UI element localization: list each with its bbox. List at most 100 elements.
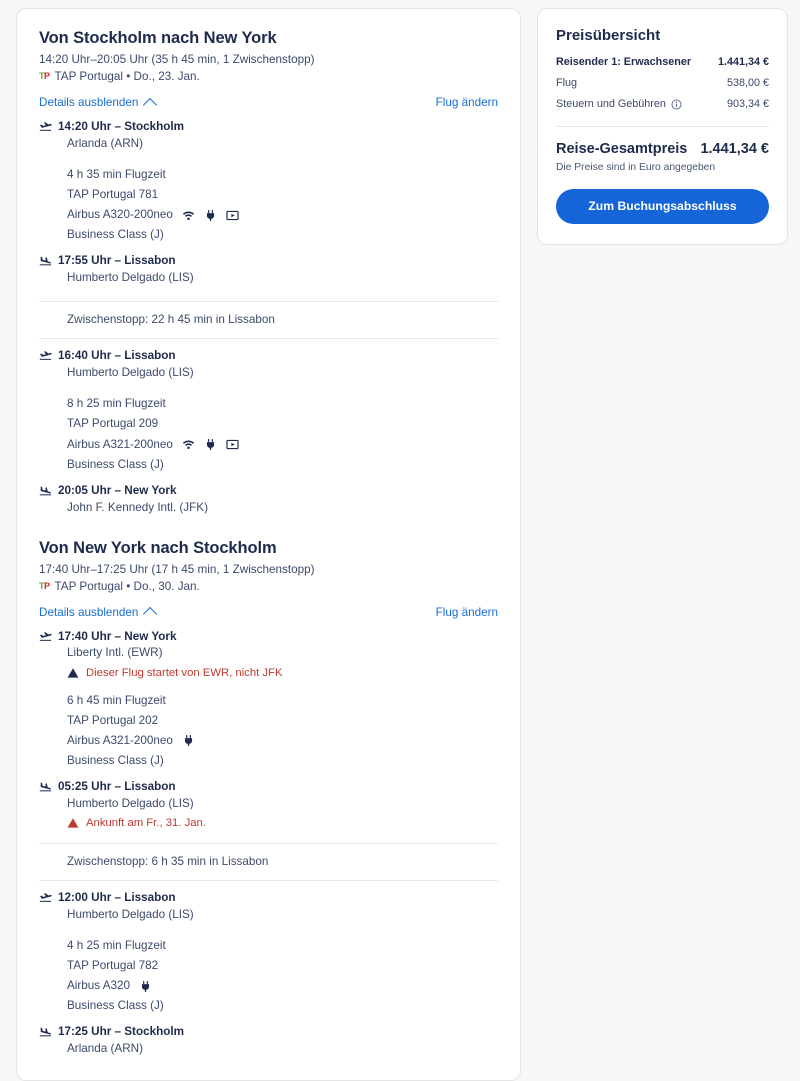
segment-cabin-class: Business Class (J): [67, 457, 164, 471]
legs-container: Von Stockholm nach New York 14:20 Uhr–20:…: [39, 29, 498, 1058]
power-icon: [204, 438, 217, 451]
price-row-value: 538,00 €: [726, 77, 769, 89]
entertainment-icon: [226, 209, 239, 222]
price-row-label-group: Steuern und Gebühren: [556, 98, 682, 110]
leg-times-summary: 14:20 Uhr–20:05 Uhr (35 h 45 min, 1 Zwis…: [39, 53, 315, 66]
layover-info: Zwischenstopp: 6 h 35 min in Lissabon: [39, 843, 498, 882]
segment-arrival: 17:55 Uhr – Lissabon: [39, 253, 498, 269]
departure-airport: Humberto Delgado (LIS): [67, 366, 194, 380]
entertainment-icon: [226, 438, 239, 451]
takeoff-plane-icon: [39, 891, 52, 904]
price-row-label-group: Reisender 1: Erwachsener: [556, 56, 691, 68]
power-icon: [182, 734, 195, 747]
landing-plane-icon: [39, 254, 52, 267]
departure-airport: Arlanda (ARN): [67, 136, 143, 150]
power-icon: [204, 209, 217, 222]
tap-portugal-logo-icon: TP: [39, 72, 50, 81]
departure-airport: Liberty Intl. (EWR): [67, 646, 163, 660]
power-icon: [139, 980, 152, 993]
arrival-airport: Humberto Delgado (LIS): [67, 796, 194, 810]
details-toggle-button[interactable]: Details ausblenden: [39, 96, 158, 112]
segment-aircraft-row: Airbus A320: [67, 977, 498, 995]
segment-departure: 17:40 Uhr – New York: [39, 629, 498, 645]
arrival-time-city: 17:55 Uhr – Lissabon: [58, 254, 176, 268]
segment-duration: 4 h 25 min Flugzeit: [67, 938, 166, 952]
proceed-to-booking-button[interactable]: Zum Buchungsabschluss: [556, 189, 769, 224]
details-toggle-label: Details ausblenden: [39, 605, 139, 619]
segment-arrival: 05:25 Uhr – Lissabon: [39, 779, 498, 795]
chevron-up-icon: [143, 97, 158, 112]
segment-aircraft-row: Airbus A321-200neo: [67, 436, 498, 454]
price-row-value: 903,34 €: [726, 98, 769, 110]
flight-leg: Von New York nach Stockholm 17:40 Uhr–17:…: [39, 539, 498, 1059]
itinerary-card: Von Stockholm nach New York 14:20 Uhr–20:…: [16, 8, 521, 1081]
total-price-row: Reise-Gesamtpreis 1.441,34 €: [556, 141, 769, 157]
total-price-label: Reise-Gesamtpreis: [556, 141, 688, 157]
landing-plane-icon: [39, 484, 52, 497]
tap-portugal-logo-icon: TP: [39, 581, 50, 591]
takeoff-plane-icon: [39, 349, 52, 362]
price-summary-title: Preisübersicht: [556, 27, 661, 44]
details-toggle-label: Details ausblenden: [39, 96, 139, 109]
segment-aircraft-row: Airbus A320-200neo: [67, 206, 498, 224]
segment-aircraft: Airbus A321-200neo: [67, 733, 173, 747]
info-icon[interactable]: [671, 99, 682, 110]
leg-actions: Details ausblenden Flug ändern: [39, 96, 498, 112]
warning-triangle-icon: [67, 817, 79, 829]
segment-flight-number: TAP Portugal 782: [67, 959, 159, 973]
takeoff-plane-icon: [39, 120, 52, 133]
leg-airline-label: TAP Portugal • Do., 23. Jan.: [54, 70, 200, 83]
departure-airport: Humberto Delgado (LIS): [67, 907, 194, 921]
takeoff-plane-icon: [39, 630, 52, 643]
departure-time-city: 17:40 Uhr – New York: [58, 629, 177, 643]
change-flight-link[interactable]: Flug ändern: [436, 606, 498, 619]
price-row: Steuern und Gebühren 903,34 €: [556, 98, 769, 110]
leg-airline-row: T P TAP Portugal • Do., 30. Jan.: [39, 580, 498, 593]
price-row-value: 1.441,34 €: [717, 56, 769, 68]
segment-flight-number: TAP Portugal 781: [67, 188, 159, 202]
departure-alert-text: Dieser Flug startet von EWR, nicht JFK: [86, 666, 283, 679]
arrival-time-city: 17:25 Uhr – Stockholm: [58, 1025, 185, 1039]
price-row-label-group: Flug: [556, 77, 577, 89]
arrival-time-city: 05:25 Uhr – Lissabon: [58, 780, 176, 794]
landing-plane-icon: [39, 780, 52, 793]
currency-note: Die Preise sind in Euro angegeben: [556, 162, 716, 173]
segment-arrival: 20:05 Uhr – New York: [39, 483, 498, 499]
segment-aircraft: Airbus A320: [67, 979, 131, 993]
segment-flight-number: TAP Portugal 202: [67, 713, 159, 727]
leg-actions: Details ausblenden Flug ändern: [39, 605, 498, 622]
warning-triangle-icon: [67, 667, 79, 679]
price-row-label: Reisender 1: Erwachsener: [556, 56, 692, 68]
price-row: Flug 538,00 €: [556, 77, 769, 89]
arrival-airport: Arlanda (ARN): [67, 1042, 143, 1056]
segment-aircraft: Airbus A320-200neo: [67, 208, 173, 222]
segment-duration: 4 h 35 min Flugzeit: [67, 167, 166, 181]
leg-title: Von Stockholm nach New York: [39, 29, 277, 47]
price-row-label: Steuern und Gebühren: [556, 98, 666, 110]
arrival-alert-text: Ankunft am Fr., 31. Jan.: [86, 817, 206, 830]
chevron-up-icon: [143, 607, 158, 622]
change-flight-link[interactable]: Flug ändern: [436, 96, 498, 109]
departure-time-city: 12:00 Uhr – Lissabon: [58, 891, 176, 905]
details-toggle-button[interactable]: Details ausblenden: [39, 605, 158, 622]
total-price-value: 1.441,34 €: [700, 141, 769, 157]
tap-logo-letter-p: P: [44, 71, 50, 81]
segment-cabin-class: Business Class (J): [67, 228, 164, 242]
departure-time-city: 14:20 Uhr – Stockholm: [58, 120, 185, 133]
price-summary-card: Preisübersicht Reisender 1: Erwachsener 1…: [537, 8, 788, 245]
flight-leg: Von Stockholm nach New York 14:20 Uhr–20:…: [39, 29, 498, 517]
segment-duration: 8 h 25 min Flugzeit: [67, 397, 166, 411]
segment-cabin-class: Business Class (J): [67, 753, 164, 767]
segment-departure: 14:20 Uhr – Stockholm: [39, 119, 498, 135]
booking-review-page: Von Stockholm nach New York 14:20 Uhr–20:…: [0, 0, 800, 1081]
landing-plane-icon: [39, 1025, 52, 1038]
departure-time-city: 16:40 Uhr – Lissabon: [58, 349, 176, 363]
price-row: Reisender 1: Erwachsener 1.441,34 €: [556, 56, 769, 68]
wifi-icon: [182, 209, 195, 222]
segment-departure: 12:00 Uhr – Lissabon: [39, 890, 498, 906]
layover-info: Zwischenstopp: 22 h 45 min in Lissabon: [39, 301, 498, 340]
arrival-airport: Humberto Delgado (LIS): [67, 271, 194, 285]
leg-airline-label: TAP Portugal • Do., 30. Jan.: [54, 579, 200, 593]
leg-airline-row: T P TAP Portugal • Do., 23. Jan.: [39, 70, 498, 83]
segment-cabin-class: Business Class (J): [67, 999, 164, 1013]
